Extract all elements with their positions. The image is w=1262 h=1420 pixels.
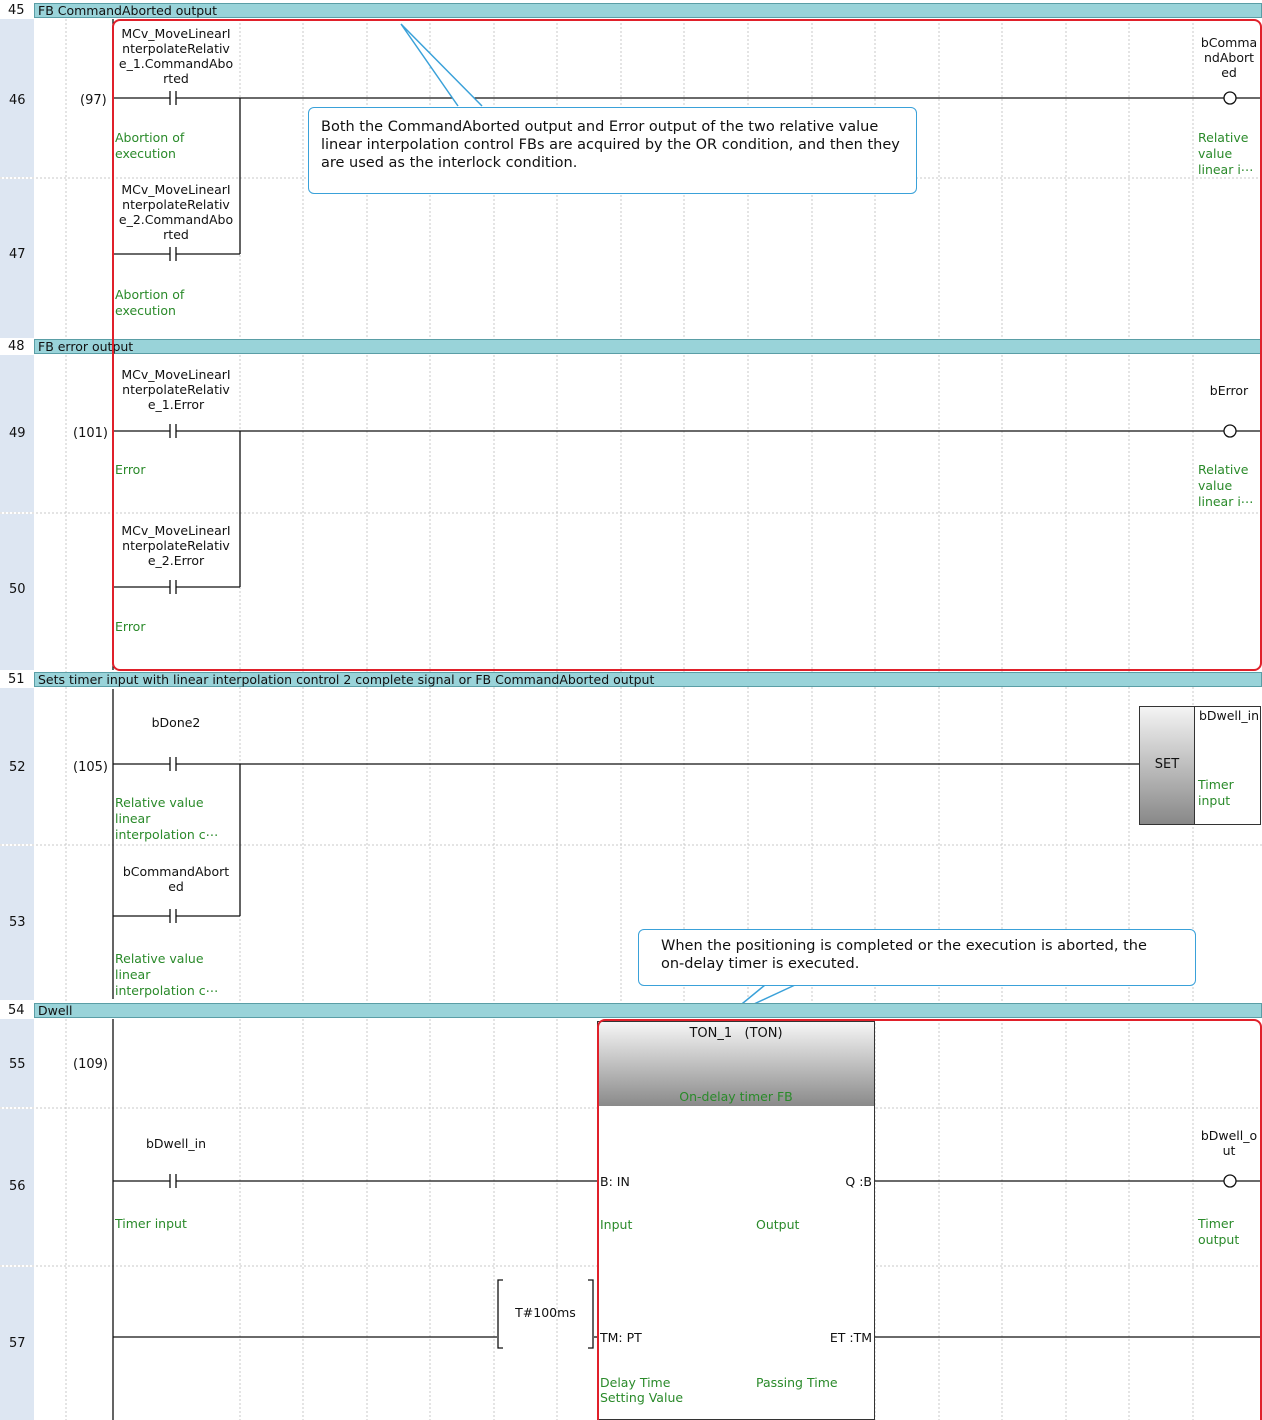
coil-comment: Timer output	[1198, 1216, 1240, 1247]
row-number: 47	[9, 247, 26, 262]
coil-label-berror[interactable]: bError	[1198, 383, 1260, 398]
section-number: 45	[0, 2, 34, 19]
row-number: 50	[9, 582, 26, 597]
contact-comment: Error	[115, 619, 146, 634]
contact-comment: Relative value linear interpolation c⋯	[115, 795, 219, 842]
section-title[interactable]: Dwell	[34, 1003, 1262, 1018]
row-number: 53	[9, 915, 26, 930]
contact-label-bdone2[interactable]: bDone2	[114, 715, 238, 730]
timer-preset-value[interactable]: T#100ms	[503, 1305, 588, 1320]
contact-comment: Abortion of execution	[115, 287, 185, 318]
contact-label-error-1[interactable]: MCv_MoveLinearI nterpolateRelativ e_1.Er…	[114, 367, 238, 412]
timer-pin-in[interactable]: B: IN	[600, 1174, 630, 1189]
row-number: 52	[9, 760, 26, 775]
timer-fb-comment: On-delay timer FB	[679, 1089, 793, 1104]
step-number: (101)	[73, 426, 108, 441]
section-number: 51	[0, 671, 34, 688]
row-number: 46	[9, 93, 26, 108]
step-number: (105)	[73, 760, 108, 775]
step-number: (109)	[73, 1057, 108, 1072]
section-number: 54	[0, 1002, 34, 1019]
timer-pin-pt-comment: Delay Time Setting Value	[600, 1375, 684, 1405]
timer-pin-et[interactable]: ET :TM	[830, 1330, 872, 1345]
section-title[interactable]: FB CommandAborted output	[34, 3, 1262, 18]
timer-pin-in-comment: Input	[600, 1217, 633, 1232]
row-number: 56	[9, 1179, 26, 1194]
timer-pin-pt[interactable]: TM: PT	[600, 1330, 642, 1345]
timer-fb-header: TON_1 (TON) On-delay timer FB	[598, 1022, 874, 1106]
coil-comment: Relative value linear i⋯	[1198, 462, 1254, 509]
coil-comment: Relative value linear i⋯	[1198, 130, 1254, 177]
row-number: 57	[9, 1336, 26, 1351]
section-number: 48	[0, 338, 34, 355]
set-operand-frame	[1195, 706, 1261, 825]
section-header-48: 48 FB error output	[0, 338, 1262, 355]
timer-pin-et-comment: Passing Time	[756, 1375, 838, 1390]
contact-label-commandaborted-2[interactable]: MCv_MoveLinearI nterpolateRelativ e_2.Co…	[114, 182, 238, 242]
contact-comment: Error	[115, 462, 146, 477]
section-header-54: 54 Dwell	[0, 1002, 1262, 1019]
row-number: 55	[9, 1057, 26, 1072]
coil-label-bdwell-out[interactable]: bDwell_o ut	[1198, 1128, 1260, 1158]
callout-ondelay-note: When the positioning is completed or the…	[638, 929, 1196, 986]
contact-comment: Relative value linear interpolation c⋯	[115, 951, 219, 998]
contact-comment: Timer input	[115, 1216, 187, 1231]
step-number: (97)	[80, 93, 107, 108]
callout-interlock-note: Both the CommandAborted output and Error…	[308, 107, 917, 194]
section-title[interactable]: Sets timer input with linear interpolati…	[34, 672, 1262, 687]
contact-comment: Abortion of execution	[115, 130, 185, 161]
timer-fb-block[interactable]: TON_1 (TON) On-delay timer FB B: IN Inpu…	[597, 1021, 875, 1420]
timer-fb-instance: TON_1 (TON)	[689, 1026, 783, 1041]
ladder-editor: 45 FB CommandAborted output 48 FB error …	[0, 0, 1262, 1420]
contact-label-commandaborted-1[interactable]: MCv_MoveLinearI nterpolateRelativ e_1.Co…	[114, 26, 238, 86]
row-number: 49	[9, 426, 26, 441]
contact-label-error-2[interactable]: MCv_MoveLinearI nterpolateRelativ e_2.Er…	[114, 523, 238, 568]
set-instruction-label: SET	[1154, 757, 1180, 772]
timer-pin-q-comment: Output	[756, 1217, 800, 1232]
contact-label-bcommandaborted[interactable]: bCommandAbort ed	[114, 864, 238, 894]
section-header-51: 51 Sets timer input with linear interpol…	[0, 671, 1262, 688]
section-header-45: 45 FB CommandAborted output	[0, 2, 1262, 19]
section-title[interactable]: FB error output	[34, 339, 1262, 354]
timer-pin-q[interactable]: Q :B	[845, 1174, 872, 1189]
coil-label-bcommandaborted[interactable]: bComma ndAbort ed	[1198, 35, 1260, 80]
set-instruction-box[interactable]: SET	[1139, 706, 1195, 825]
contact-label-bdwell-in[interactable]: bDwell_in	[114, 1136, 238, 1151]
